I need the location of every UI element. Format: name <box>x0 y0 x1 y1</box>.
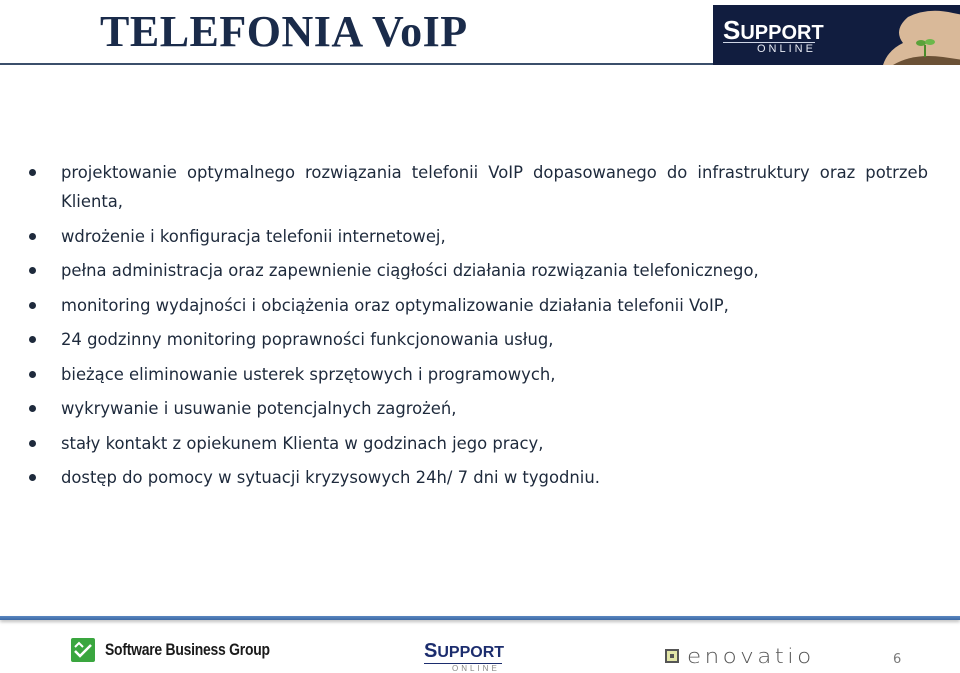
footer-divider <box>0 616 960 620</box>
list-item: projektowanie optymalnego rozwiązania te… <box>0 158 960 216</box>
slide-title: TELEFONIA VoIP <box>100 7 468 56</box>
bullet-icon <box>29 301 36 309</box>
sbg-logo-icon <box>71 638 95 662</box>
banner-subtitle: ONLINE <box>757 43 816 55</box>
header-divider <box>0 63 715 65</box>
bullet-icon <box>29 439 36 447</box>
support-online-banner: SUPPORT ONLINE <box>713 5 960 65</box>
bullet-icon <box>29 336 36 343</box>
sbg-name: Software Business Group <box>105 640 270 659</box>
list-item: bieżące eliminowanie usterek sprzętowych… <box>0 360 960 389</box>
list-item: 24 godzinny monitoring poprawności funkc… <box>0 325 960 354</box>
list-item: dostęp do pomocy w sytuacji kryzysowych … <box>0 463 960 492</box>
list-item: stały kontakt z opiekunem Klienta w godz… <box>0 429 960 458</box>
list-item: monitoring wydajności i obciążenia oraz … <box>0 291 960 320</box>
feature-list: projektowanie optymalnego rozwiązania te… <box>0 158 960 498</box>
list-item: wykrywanie i usuwanie potencjalnych zagr… <box>0 394 960 423</box>
enovatio-square-icon <box>665 649 679 663</box>
list-item: pełna administracja oraz zapewnienie cią… <box>0 256 960 285</box>
list-item: wdrożenie i konfiguracja telefonii inter… <box>0 222 960 251</box>
hand-seedling-icon <box>883 10 960 65</box>
bullet-icon <box>29 405 36 412</box>
enovatio-wordmark: enovatio <box>687 644 815 668</box>
enovatio-logo: enovatio <box>665 644 811 668</box>
bullet-icon <box>29 169 36 176</box>
bullet-icon <box>29 474 36 481</box>
support-online-logo: SUPPORT ONLINE <box>424 640 505 673</box>
bullet-icon <box>29 267 36 274</box>
page-number: 6 <box>893 652 902 667</box>
bullet-icon <box>29 370 36 378</box>
bullet-icon <box>29 232 36 240</box>
sbg-logo: Software Business Group <box>71 638 306 662</box>
